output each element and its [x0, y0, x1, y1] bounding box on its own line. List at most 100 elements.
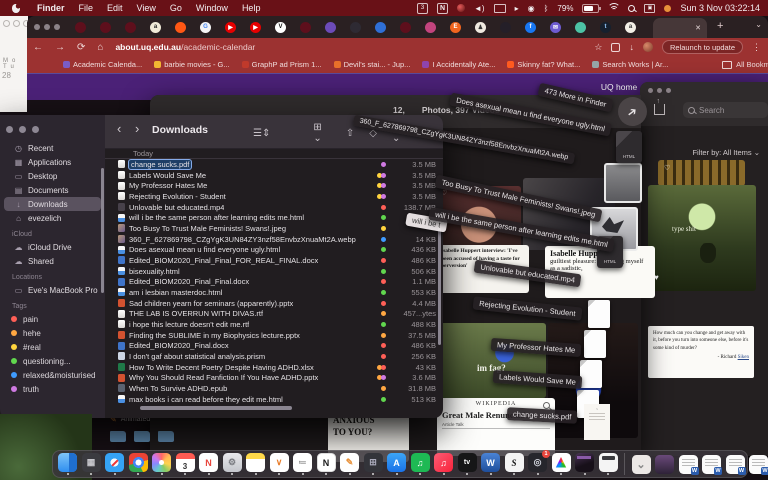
vertical-scrollbar[interactable]	[438, 213, 441, 345]
dock-minimized-window[interactable]	[701, 455, 722, 474]
menu-bar-clock[interactable]: Sun 3 Nov 03:22:14	[680, 3, 760, 13]
dock-minimized-window[interactable]	[678, 455, 699, 474]
tab-favicon[interactable]: a	[625, 22, 636, 33]
file-row[interactable]: bisexuality.html 506 KB	[105, 266, 443, 277]
address-bar[interactable]: about.uq.edu.au/academic-calendar	[115, 42, 255, 52]
sidebar-item[interactable]: ⌂evezelich	[4, 211, 101, 225]
menu-item[interactable]: File	[72, 3, 101, 13]
dock-icon[interactable]: ⊞	[363, 453, 384, 475]
tab-favicon[interactable]	[400, 22, 411, 33]
menu-item[interactable]: Help	[235, 3, 268, 13]
tab-favicon[interactable]	[500, 22, 511, 33]
back-icon[interactable]: ‹	[117, 121, 121, 136]
share-button[interactable]: ➔	[618, 97, 647, 126]
dock-icon[interactable]: A	[386, 453, 407, 475]
sidebar-item[interactable]: ▭Eve's MacBook Pro	[4, 283, 101, 297]
sidebar-item[interactable]: ☁iCloud Drive	[4, 240, 101, 254]
play-status-icon[interactable]: ▸	[515, 4, 519, 13]
dock-minimized-window[interactable]	[748, 455, 768, 474]
tab-favicon[interactable]: f	[525, 22, 536, 33]
wikipedia-tabs[interactable]: Article Talk	[442, 422, 550, 429]
tab-favicon[interactable]: ♟	[475, 22, 486, 33]
dragged-document-icon[interactable]: ~	[584, 404, 610, 440]
file-row[interactable]: THE LAB IS OVERRUN WITH DIVAS.rtf 457...…	[105, 308, 443, 319]
sidebar-tag[interactable]: truth	[0, 382, 105, 396]
dock-icon[interactable]: ∨	[269, 453, 290, 475]
relaunch-update-button[interactable]: Relaunch to update	[662, 40, 743, 54]
file-row[interactable]: Sad children yearn for seminars (apparen…	[105, 298, 443, 309]
status-circle-icon[interactable]: ◉	[528, 4, 535, 13]
browser-traffic-lights[interactable]	[34, 24, 60, 30]
tab-favicon[interactable]: t	[600, 22, 611, 33]
bookmark-item[interactable]: barbie movies - G...	[148, 60, 235, 69]
all-bookmarks-button[interactable]: All Bookmarks	[722, 60, 768, 69]
file-row[interactable]: Unlovable but educated.mp4 138.7 MB	[105, 202, 443, 213]
dock-icon[interactable]: ◎	[527, 453, 548, 475]
spotlight-search-icon[interactable]	[628, 5, 635, 12]
wikipedia-card[interactable]: WIKIPEDIA Great Male Renunciation Articl…	[437, 398, 555, 456]
bookmark-item[interactable]: I Accidentally Ate...	[416, 60, 501, 69]
bookmark-star-icon[interactable]: ☆	[594, 42, 602, 53]
window-traffic-lights[interactable]	[648, 88, 768, 93]
dock-icon[interactable]: S	[504, 453, 525, 475]
sidebar-tag[interactable]: relaxed&moisturised	[0, 368, 105, 382]
sidebar-item[interactable]: ▭Desktop	[4, 169, 101, 183]
tab-favicon[interactable]: ▶	[225, 22, 236, 33]
dock-icon[interactable]	[128, 453, 149, 475]
reload-icon[interactable]: ⟳	[77, 42, 85, 53]
dock-icon[interactable]: N	[316, 453, 337, 475]
photo-thumbnail-pikmin[interactable]: im fag?	[437, 323, 546, 398]
sidebar-item[interactable]: ☁Shared	[4, 254, 101, 268]
dock-icon[interactable]: W	[480, 453, 501, 475]
tab-favicon[interactable]	[300, 22, 311, 33]
menu-item[interactable]: Go	[163, 3, 189, 13]
tab-favicon[interactable]	[325, 22, 336, 33]
dock-icon[interactable]	[574, 453, 595, 475]
menu-item[interactable]: Edit	[100, 3, 130, 13]
tab-favicon[interactable]	[125, 22, 136, 33]
home-icon[interactable]: ⌂	[97, 42, 103, 53]
dock-icon[interactable]: ♫	[410, 453, 431, 475]
bookmark-item[interactable]: Skinny fat? What...	[501, 60, 586, 69]
dragged-file-icon[interactable]	[584, 330, 606, 358]
file-row[interactable]: How To Write Decent Poetry Despite Havin…	[105, 362, 443, 373]
file-row[interactable]: Edited_BIOM2020_Final.docx 486 KB	[105, 340, 443, 351]
tab-favicon[interactable]: ▶	[250, 22, 261, 33]
app-status-icon[interactable]	[664, 5, 671, 12]
back-icon[interactable]: ←	[33, 42, 43, 53]
dock-icon[interactable]: ♫	[433, 453, 454, 475]
file-row[interactable]: Too Busy To Trust Male Feminists! Swans!…	[105, 223, 443, 234]
photo-thumbnail-gold-keys[interactable]: ♡	[658, 160, 745, 186]
horizontal-scrollbar[interactable]	[140, 406, 292, 410]
notion-status-icon[interactable]: N	[437, 3, 448, 14]
dock-icon[interactable]: tv	[457, 453, 478, 475]
dock-icon[interactable]	[104, 453, 125, 475]
dragged-file-icon[interactable]	[580, 360, 602, 388]
sidebar-tag[interactable]: pain	[0, 312, 105, 326]
file-row[interactable]: Rejecting Evolution - Student 3.5 MB	[105, 191, 443, 202]
group-icon[interactable]: ⊞ ⌄	[313, 122, 331, 144]
downloads-icon[interactable]: ↓	[629, 42, 634, 52]
folder-thumbnails[interactable]	[110, 431, 174, 442]
apple-menu-icon[interactable]	[12, 4, 20, 13]
window-traffic-lights[interactable]	[3, 20, 30, 27]
favourite-heart-icon[interactable]: ♡	[664, 164, 670, 172]
tab-favicon[interactable]	[75, 22, 86, 33]
file-row[interactable]: Finding the SUBLIME in my Biophysics lec…	[105, 330, 443, 341]
browser-menu-icon[interactable]: ⋮	[752, 42, 761, 53]
bluetooth-icon[interactable]: ᛒ	[544, 4, 549, 13]
control-center-icon[interactable]: ▣	[644, 4, 655, 13]
file-row[interactable]: i hope this lecture doesn't edit me.rtf …	[105, 319, 443, 330]
forward-icon[interactable]: ›	[135, 121, 139, 136]
dock-icon[interactable]: ▦	[81, 453, 102, 475]
tab-favicon[interactable]	[575, 22, 586, 33]
sidebar-item[interactable]: ↓Downloads	[4, 197, 101, 211]
tab-favicon[interactable]: G	[200, 22, 211, 33]
menu-item[interactable]: Finder	[30, 3, 72, 13]
dock-minimized-window[interactable]	[654, 455, 675, 474]
sidebar-tag[interactable]: questioning...	[0, 354, 105, 368]
dock-icon[interactable]	[245, 453, 266, 475]
dock-icon[interactable]: ≔	[292, 453, 313, 475]
file-row[interactable]: Labels Would Save Me 3.5 MB	[105, 170, 443, 181]
sidebar-tag[interactable]: hehe	[0, 326, 105, 340]
